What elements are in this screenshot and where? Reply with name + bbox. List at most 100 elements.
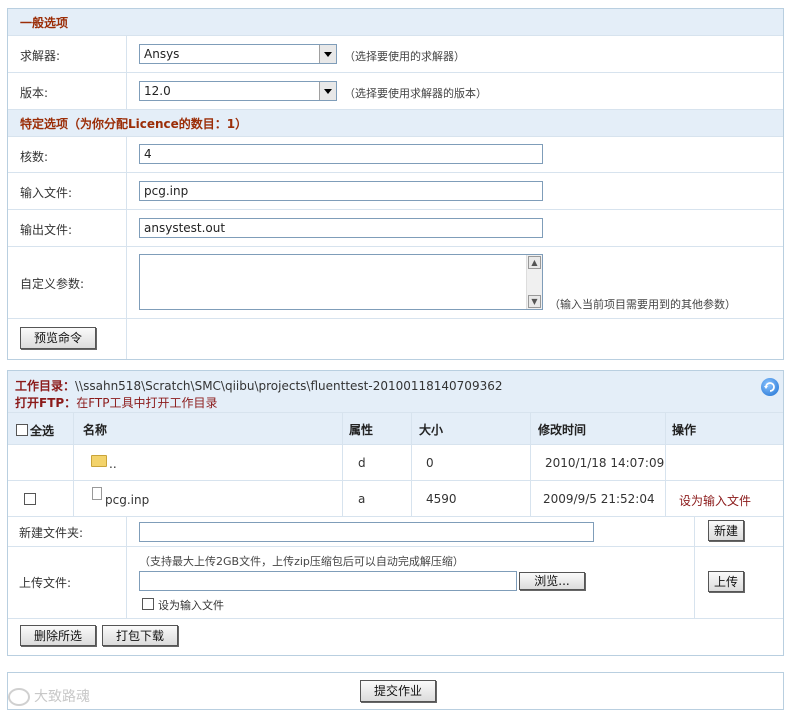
- watermark: 大致路魂: [8, 686, 90, 706]
- column-divider: [665, 481, 666, 517]
- column-divider: [126, 210, 127, 247]
- column-divider: [665, 413, 666, 445]
- column-divider: [411, 481, 412, 517]
- ftp-label: 打开FTP：: [15, 396, 77, 410]
- watermark-logo-icon: [8, 688, 30, 706]
- version-label: 版本:: [20, 86, 49, 100]
- file-name[interactable]: ..: [109, 457, 117, 471]
- output-file-field[interactable]: ansystest.out: [139, 218, 543, 238]
- select-all-label: 全选: [30, 424, 55, 438]
- upload-row: 上传文件: （支持最大上传2GB文件，上传zip压缩包后可以自动完成解压缩） 浏…: [8, 547, 783, 619]
- column-divider: [530, 481, 531, 517]
- file-table-header: 全选 名称 属性 大小 修改时间 操作: [8, 413, 783, 445]
- column-divider: [694, 547, 695, 619]
- column-divider: [126, 547, 127, 619]
- watermark-text: 大致路魂: [34, 689, 90, 705]
- workdir-path: \\ssahn518\Scratch\SMC\qiibu\projects\fl…: [75, 379, 503, 393]
- upload-button[interactable]: 上传: [708, 571, 744, 592]
- open-ftp-link[interactable]: 在FTP工具中打开工作目录: [76, 396, 217, 410]
- input-file-field[interactable]: pcg.inp: [139, 181, 543, 201]
- column-divider: [530, 445, 531, 481]
- column-divider: [694, 517, 695, 547]
- file-actions-row: 删除所选 打包下载: [8, 619, 783, 655]
- file-size: 0: [426, 456, 434, 470]
- submit-job-button[interactable]: 提交作业: [360, 680, 436, 702]
- upload-file-input[interactable]: [139, 571, 517, 591]
- col-header-attr: 属性: [349, 423, 374, 437]
- column-divider: [73, 445, 74, 481]
- create-folder-button[interactable]: 新建: [708, 520, 744, 541]
- new-folder-input[interactable]: [139, 522, 594, 542]
- new-folder-row: 新建文件夹: 新建: [8, 517, 783, 547]
- preview-command-button[interactable]: 预览命令: [20, 327, 96, 349]
- column-divider: [126, 319, 127, 359]
- version-hint: （选择要使用求解器的版本）: [344, 87, 487, 100]
- set-input-label: 设为输入文件: [158, 599, 224, 612]
- output-file-label: 输出文件:: [20, 223, 73, 237]
- cores-input[interactable]: 4: [139, 144, 543, 164]
- upload-hint: （支持最大上传2GB文件，上传zip压缩包后可以自动完成解压缩）: [139, 555, 464, 568]
- version-select[interactable]: 12.0: [139, 81, 337, 101]
- cores-label: 核数:: [20, 150, 49, 164]
- file-mtime: 2009/9/5 21:52:04: [543, 492, 655, 506]
- cores-row: 核数: 4: [8, 137, 783, 173]
- scroll-down-icon[interactable]: ▼: [528, 295, 541, 308]
- solver-select-value: Ansys: [144, 47, 180, 61]
- chevron-down-icon[interactable]: [319, 82, 336, 100]
- column-divider: [126, 173, 127, 210]
- options-panel: 一般选项 求解器: Ansys （选择要使用的求解器） 版本: 12.0 （选择…: [7, 8, 784, 360]
- column-divider: [126, 247, 127, 319]
- custom-params-hint: （输入当前项目需要用到的其他参数）: [549, 298, 736, 311]
- ftp-line: 打开FTP：在FTP工具中打开工作目录: [15, 394, 217, 411]
- chevron-down-icon[interactable]: [319, 45, 336, 63]
- column-divider: [126, 517, 127, 547]
- file-size: 4590: [426, 492, 457, 506]
- table-row[interactable]: pcg.inp a 4590 2009/9/5 21:52:04 设为输入文件: [8, 481, 783, 517]
- custom-params-textarea[interactable]: ▲ ▼: [139, 254, 543, 310]
- column-divider: [411, 445, 412, 481]
- file-mtime: 2010/1/18 14:07:09: [545, 456, 665, 470]
- custom-params-label: 自定义参数:: [20, 277, 85, 291]
- solver-row: 求解器: Ansys （选择要使用的求解器）: [8, 36, 783, 73]
- general-options-heading: 一般选项: [8, 9, 783, 36]
- scroll-up-icon[interactable]: ▲: [528, 256, 541, 269]
- column-divider: [342, 413, 343, 445]
- refresh-icon[interactable]: [761, 378, 779, 396]
- version-row: 版本: 12.0 （选择要使用求解器的版本）: [8, 73, 783, 110]
- new-folder-label: 新建文件夹:: [19, 526, 84, 540]
- col-header-size: 大小: [419, 423, 444, 437]
- file-name[interactable]: pcg.inp: [105, 493, 149, 507]
- upload-label: 上传文件:: [19, 576, 72, 590]
- select-all-checkbox[interactable]: [16, 424, 28, 436]
- file-attr: a: [358, 492, 366, 506]
- row-checkbox[interactable]: [24, 493, 36, 505]
- column-divider: [342, 445, 343, 481]
- set-as-input-link[interactable]: 设为输入文件: [679, 492, 751, 509]
- column-divider: [126, 36, 127, 73]
- delete-selected-button[interactable]: 删除所选: [20, 625, 96, 646]
- column-divider: [530, 413, 531, 445]
- column-divider: [665, 445, 666, 481]
- workdir-header: 工作目录：\\ssahn518\Scratch\SMC\qiibu\projec…: [8, 371, 783, 413]
- pack-download-button[interactable]: 打包下载: [102, 625, 178, 646]
- solver-select[interactable]: Ansys: [139, 44, 337, 64]
- workdir-line: 工作目录：\\ssahn518\Scratch\SMC\qiibu\projec…: [15, 377, 502, 394]
- col-header-mtime: 修改时间: [538, 423, 587, 437]
- specific-options-heading: 特定选项（为你分配Licence的数目：1）: [8, 110, 783, 137]
- column-divider: [126, 137, 127, 173]
- browse-button[interactable]: 浏览...: [519, 572, 585, 590]
- col-header-action: 操作: [672, 423, 697, 437]
- solver-label: 求解器:: [20, 49, 61, 63]
- version-select-value: 12.0: [144, 84, 171, 98]
- output-file-row: 输出文件: ansystest.out: [8, 210, 783, 247]
- set-input-checkbox[interactable]: [142, 598, 154, 610]
- input-file-label: 输入文件:: [20, 186, 73, 200]
- column-divider: [73, 481, 74, 517]
- column-divider: [126, 73, 127, 110]
- input-file-row: 输入文件: pcg.inp: [8, 173, 783, 210]
- column-divider: [73, 413, 74, 445]
- textarea-scrollbar[interactable]: ▲ ▼: [526, 255, 542, 309]
- file-attr: d: [358, 456, 366, 470]
- table-row[interactable]: .. d 0 2010/1/18 14:07:09: [8, 445, 783, 481]
- submit-panel: 提交作业: [7, 672, 784, 710]
